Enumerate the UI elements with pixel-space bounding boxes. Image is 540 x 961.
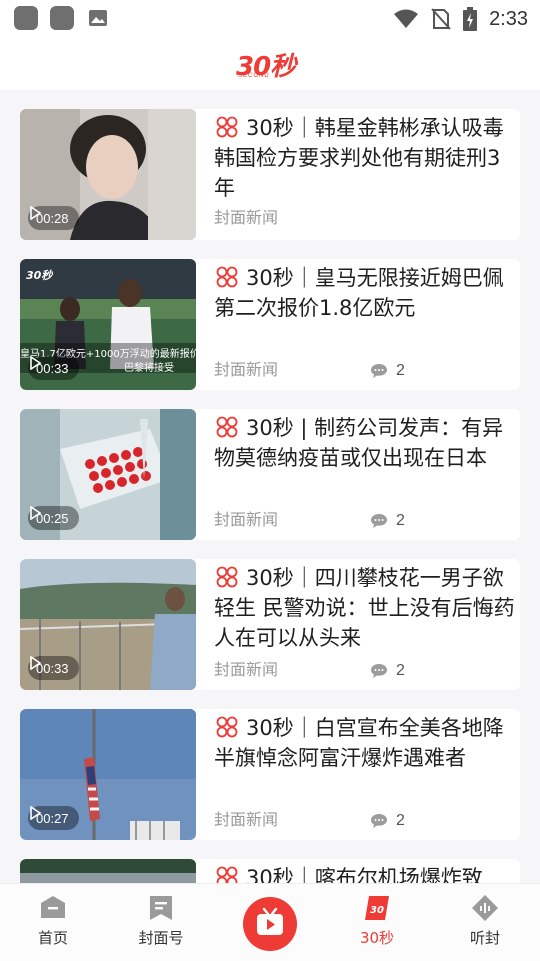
30-second-icon: 30 [365, 896, 389, 920]
video-thumbnail[interactable] [20, 859, 196, 883]
news-source: 封面新闻 [214, 810, 279, 829]
play-icon [30, 206, 42, 220]
video-thumbnail[interactable]: 00:27 [20, 709, 196, 840]
logo: 30秒 SECOND [236, 48, 308, 82]
comment-count[interactable]: 2 [370, 812, 405, 830]
news-title-text: 30秒｜韩星金韩彬承认吸毒 韩国检方要求判处他有期徒刑3年 [214, 116, 504, 200]
comment-count[interactable]: 2 [370, 512, 405, 530]
30-second-brand-icon [216, 866, 238, 883]
nav-item-30-seconds[interactable]: 30 30秒 [337, 894, 417, 954]
app-icon [50, 6, 74, 30]
duration-badge: 00:25 [28, 506, 79, 530]
comment-count-text: 2 [396, 512, 405, 529]
nav-item-home[interactable]: 首页 [13, 894, 93, 954]
news-title[interactable]: 30秒｜皇马无限接近姆巴佩 第二次报价1.8亿欧元 [214, 263, 520, 323]
comment-icon [371, 514, 387, 528]
thumb-logo: 30秒 [26, 269, 53, 282]
news-title[interactable]: 30秒｜韩星金韩彬承认吸毒 韩国检方要求判处他有期徒刑3年 [214, 113, 520, 203]
news-source: 封面新闻 [214, 510, 279, 529]
duration-badge: 00:33 [28, 356, 79, 380]
news-title-text: 30秒｜皇马无限接近姆巴佩 第二次报价1.8亿欧元 [214, 266, 504, 320]
duration-badge: 00:28 [28, 206, 79, 230]
news-title-text: 30秒｜喀布尔机场爆炸致 [246, 866, 483, 883]
play-icon [30, 656, 42, 670]
comment-icon [371, 364, 387, 378]
nav-label: 听封 [469, 929, 500, 947]
feed-item[interactable]: 30秒 皇马1.7亿欧元+1000万浮动的最新报价 巴黎将接受 00:33 30… [20, 259, 520, 390]
no-sim-icon [431, 8, 451, 30]
feed-item[interactable]: 00:33 30秒｜四川攀枝花一男子欲轻生 民警劝说：世上没有后悔药 人在可以从… [20, 559, 520, 690]
comment-count[interactable]: 2 [370, 362, 405, 380]
play-icon [30, 806, 42, 820]
comment-count-text: 2 [396, 812, 405, 829]
nav-item-cover-account[interactable]: 封面号 [121, 894, 201, 954]
app-header: 30秒 SECOND [0, 38, 540, 90]
comment-icon [371, 814, 387, 828]
feed-item[interactable]: 30秒｜喀布尔机场爆炸致 [20, 859, 520, 883]
bottom-nav: 首页 封面号 30 30秒 听封 [0, 883, 540, 961]
svg-text:30: 30 [370, 905, 384, 916]
status-time: 2:33 [489, 7, 528, 30]
play-icon [30, 356, 42, 370]
app-icon [14, 6, 38, 30]
battery-icon [463, 7, 478, 31]
news-source: 封面新闻 [214, 660, 279, 679]
logo-subtitle: SECOND [238, 73, 270, 79]
news-title[interactable]: 30秒｜白宫宣布全美各地降半旗悼念阿富汗爆炸遇难者 [214, 713, 520, 773]
duration-badge: 00:33 [28, 656, 79, 680]
30-second-brand-icon [216, 266, 238, 288]
audio-wave-icon [472, 895, 498, 921]
comment-icon [371, 664, 387, 678]
news-title-text: 30秒 | 制药公司发声：有异物莫德纳疫苗或仅出现在日本 [214, 416, 504, 470]
tv-play-icon [257, 907, 283, 935]
bookmark-icon [150, 896, 172, 920]
news-title-text: 30秒｜四川攀枝花一男子欲轻生 民警劝说：世上没有后悔药 人在可以从头来 [214, 566, 515, 650]
feed-item[interactable]: 00:28 30秒｜韩星金韩彬承认吸毒 韩国检方要求判处他有期徒刑3年 封面新闻 [20, 109, 520, 240]
feed-item[interactable]: 00:25 30秒 | 制药公司发声：有异物莫德纳疫苗或仅出现在日本 封面新闻 … [20, 409, 520, 540]
news-title-text: 30秒｜白宫宣布全美各地降半旗悼念阿富汗爆炸遇难者 [214, 716, 504, 770]
news-title[interactable]: 30秒｜四川攀枝花一男子欲轻生 民警劝说：世上没有后悔药 人在可以从头来 [214, 563, 520, 653]
30-second-brand-icon [216, 116, 238, 138]
home-icon [41, 896, 65, 918]
comment-count[interactable]: 2 [370, 662, 405, 680]
nav-item-video[interactable] [243, 897, 297, 951]
nav-item-listen[interactable]: 听封 [445, 894, 525, 954]
feed-item[interactable]: 00:27 30秒｜白宫宣布全美各地降半旗悼念阿富汗爆炸遇难者 封面新闻 2 [20, 709, 520, 840]
news-title[interactable]: 30秒 | 制药公司发声：有异物莫德纳疫苗或仅出现在日本 [214, 413, 520, 473]
video-thumbnail[interactable]: 00:28 [20, 109, 196, 240]
news-source: 封面新闻 [214, 360, 279, 379]
video-thumbnail[interactable]: 30秒 皇马1.7亿欧元+1000万浮动的最新报价 巴黎将接受 00:33 [20, 259, 196, 390]
news-source: 封面新闻 [214, 208, 279, 227]
30-second-brand-icon [216, 716, 238, 738]
30-second-brand-icon [216, 566, 238, 588]
comment-count-text: 2 [396, 362, 405, 379]
nav-label: 封面号 [138, 929, 184, 947]
status-bar: 2:33 [0, 0, 540, 38]
30-second-brand-icon [216, 416, 238, 438]
play-icon [30, 506, 42, 520]
video-feed[interactable]: 00:28 30秒｜韩星金韩彬承认吸毒 韩国检方要求判处他有期徒刑3年 封面新闻 [0, 90, 540, 883]
duration-badge: 00:27 [28, 806, 79, 830]
image-icon [89, 10, 107, 26]
news-title[interactable]: 30秒｜喀布尔机场爆炸致 [214, 863, 520, 883]
wifi-icon [394, 9, 419, 28]
video-thumbnail[interactable]: 00:25 [20, 409, 196, 540]
video-thumbnail[interactable]: 00:33 [20, 559, 196, 690]
nav-label: 30秒 [359, 929, 395, 947]
nav-label: 首页 [37, 929, 68, 947]
comment-count-text: 2 [396, 662, 405, 679]
